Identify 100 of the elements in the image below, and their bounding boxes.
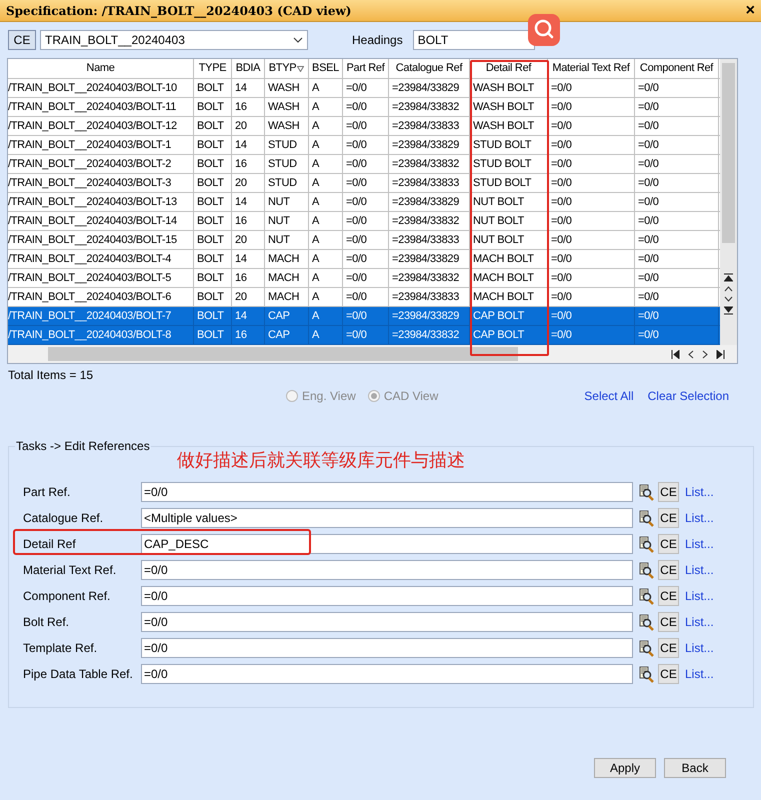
previous-icon[interactable] [688, 350, 694, 358]
input-field[interactable]: =0/0 [141, 612, 633, 632]
input-field[interactable]: =0/0 [141, 482, 633, 502]
search-icon[interactable] [639, 510, 654, 526]
list-link[interactable]: List... [685, 561, 714, 579]
table-row[interactable]: /TRAIN_BOLT__20240403/BOLT-13 BOLT 14 NUT A =0/0 =23984/33829 NUT BOLT =0/0 =0/0 [8, 193, 721, 212]
ce-button[interactable]: CE [658, 664, 679, 684]
column-header[interactable]: Material Text Ref [548, 59, 635, 78]
horizontal-scrollbar[interactable] [8, 345, 737, 363]
table-row[interactable]: /TRAIN_BOLT__20240403/BOLT-7 BOLT 14 CAP A =0/0 =23984/33829 CAP BOLT =0/0 =0/0 [8, 307, 721, 326]
link[interactable]: Select All [584, 387, 634, 405]
table-row[interactable]: /TRAIN_BOLT__20240403/BOLT-3 BOLT 20 STUD A =0/0 =23984/33833 STUD BOLT =0/0 =0/0 [8, 174, 721, 193]
table-cell: 20 [232, 231, 265, 249]
table-cell: =23984/33829 [389, 79, 470, 97]
input-field[interactable]: =0/0 [141, 664, 633, 684]
table-row[interactable]: /TRAIN_BOLT__20240403/BOLT-12 BOLT 20 WASH A =0/0 =23984/33833 WASH BOLT =0/0 =0/0 [8, 117, 721, 136]
column-header[interactable]: Catalogue Ref [389, 59, 470, 78]
table-row[interactable]: /TRAIN_BOLT__20240403/BOLT-1 BOLT 14 STUD A =0/0 =23984/33829 STUD BOLT =0/0 =0/0 [8, 136, 721, 155]
column-header[interactable]: BDIA [232, 59, 265, 78]
last-page-icon[interactable] [716, 350, 725, 358]
headings-field[interactable]: BOLT [412, 30, 535, 50]
radio-button[interactable] [286, 390, 298, 402]
list-link[interactable]: List... [685, 665, 714, 683]
search-icon[interactable] [639, 588, 654, 604]
radio-button[interactable] [368, 390, 380, 402]
scroll-thumb[interactable] [722, 63, 735, 243]
scroll-bottom-icon[interactable] [724, 306, 733, 315]
input-field[interactable]: =0/0 [141, 586, 633, 606]
chevron-down-icon [293, 37, 303, 43]
table-cell: =0/0 [635, 117, 719, 135]
field-label: Component Ref. [22, 588, 112, 605]
ce-button[interactable]: CE [658, 508, 679, 528]
list-link[interactable]: List... [685, 639, 714, 657]
table-cell: /TRAIN_BOLT__20240403/BOLT-13 [8, 193, 194, 211]
ce-button[interactable]: CE [658, 586, 679, 606]
column-header[interactable]: Component Ref [635, 59, 719, 78]
search-icon[interactable] [639, 666, 654, 682]
input-field[interactable]: <Multiple values> [141, 508, 633, 528]
scroll-top-icon[interactable] [724, 273, 733, 282]
table-row[interactable]: /TRAIN_BOLT__20240403/BOLT-5 BOLT 16 MACH A =0/0 =23984/33832 MACH BOLT =0/0 =0/0 [8, 269, 721, 288]
table-row[interactable]: /TRAIN_BOLT__20240403/BOLT-11 BOLT 16 WASH A =0/0 =23984/33832 WASH BOLT =0/0 =0/0 [8, 98, 721, 117]
ce-button[interactable]: CE [658, 612, 679, 632]
table-row[interactable]: /TRAIN_BOLT__20240403/BOLT-14 BOLT 16 NUT A =0/0 =23984/33832 NUT BOLT =0/0 =0/0 [8, 212, 721, 231]
radio-label: CAD View [384, 388, 438, 405]
input-field[interactable]: =0/0 [141, 638, 633, 658]
vertical-scrollbar[interactable] [720, 59, 737, 345]
scroll-thumb[interactable] [48, 347, 518, 361]
table-cell: =0/0 [635, 307, 719, 325]
table-cell: A [309, 174, 343, 192]
ce-button[interactable]: CE [658, 560, 679, 580]
list-link[interactable]: List... [685, 613, 714, 631]
table-cell: 16 [232, 269, 265, 287]
scroll-up-icon[interactable] [724, 286, 733, 292]
table-row[interactable]: /TRAIN_BOLT__20240403/BOLT-10 BOLT 14 WASH A =0/0 =23984/33829 WASH BOLT =0/0 =0/0 [8, 79, 721, 98]
spec-dropdown[interactable]: TRAIN_BOLT__20240403 [40, 30, 308, 50]
ce-button[interactable]: CE [658, 534, 679, 554]
column-header[interactable]: TYPE [194, 59, 232, 78]
ce-button[interactable]: CE [658, 638, 679, 658]
list-link[interactable]: List... [685, 483, 714, 501]
next-icon[interactable] [702, 350, 708, 358]
search-icon[interactable] [639, 536, 654, 552]
list-link[interactable]: List... [685, 587, 714, 605]
table-cell: =0/0 [548, 288, 635, 306]
close-button[interactable]: × [746, 2, 755, 18]
ce-button[interactable]: CE [8, 30, 36, 50]
list-link[interactable]: List... [685, 509, 714, 527]
column-header[interactable]: BSEL [309, 59, 343, 78]
input-field[interactable]: CAP_DESC [141, 534, 633, 554]
table-row[interactable]: /TRAIN_BOLT__20240403/BOLT-8 BOLT 16 CAP A =0/0 =23984/33832 CAP BOLT =0/0 =0/0 [8, 326, 721, 345]
table-cell: CAP [265, 326, 309, 344]
table-cell: CAP BOLT [470, 307, 548, 325]
table-cell: =23984/33833 [389, 288, 470, 306]
table-cell: =0/0 [635, 155, 719, 173]
action-button[interactable]: Back [664, 758, 726, 778]
table-cell: =0/0 [548, 79, 635, 97]
search-icon[interactable] [639, 640, 654, 656]
annotation-text: 做好描述后就关联等级库元件与描述 [177, 449, 465, 471]
input-field[interactable]: =0/0 [141, 560, 633, 580]
first-page-icon[interactable] [671, 350, 680, 358]
search-icon[interactable] [639, 614, 654, 630]
table-cell: =0/0 [635, 212, 719, 230]
column-header[interactable]: Name [8, 59, 194, 78]
scroll-down-icon[interactable] [724, 296, 733, 302]
search-icon[interactable] [639, 484, 654, 500]
table-row[interactable]: /TRAIN_BOLT__20240403/BOLT-2 BOLT 16 STUD A =0/0 =23984/33832 STUD BOLT =0/0 =0/0 [8, 155, 721, 174]
column-header[interactable]: Part Ref [343, 59, 389, 78]
table-cell: MACH BOLT [470, 288, 548, 306]
ce-button[interactable]: CE [658, 482, 679, 502]
table-cell: =0/0 [548, 98, 635, 116]
search-icon[interactable] [639, 562, 654, 578]
table-cell: =0/0 [343, 136, 389, 154]
table-row[interactable]: /TRAIN_BOLT__20240403/BOLT-4 BOLT 14 MACH A =0/0 =23984/33829 MACH BOLT =0/0 =0/0 [8, 250, 721, 269]
list-link[interactable]: List... [685, 535, 714, 553]
table-row[interactable]: /TRAIN_BOLT__20240403/BOLT-15 BOLT 20 NUT A =0/0 =23984/33833 NUT BOLT =0/0 =0/0 [8, 231, 721, 250]
table-cell: BOLT [194, 174, 232, 192]
column-header[interactable]: Detail Ref [470, 59, 548, 78]
action-button[interactable]: Apply [594, 758, 656, 778]
column-header[interactable]: BTYP [265, 59, 309, 78]
table-row[interactable]: /TRAIN_BOLT__20240403/BOLT-6 BOLT 20 MACH A =0/0 =23984/33833 MACH BOLT =0/0 =0/0 [8, 288, 721, 307]
link[interactable]: Clear Selection [648, 387, 730, 405]
